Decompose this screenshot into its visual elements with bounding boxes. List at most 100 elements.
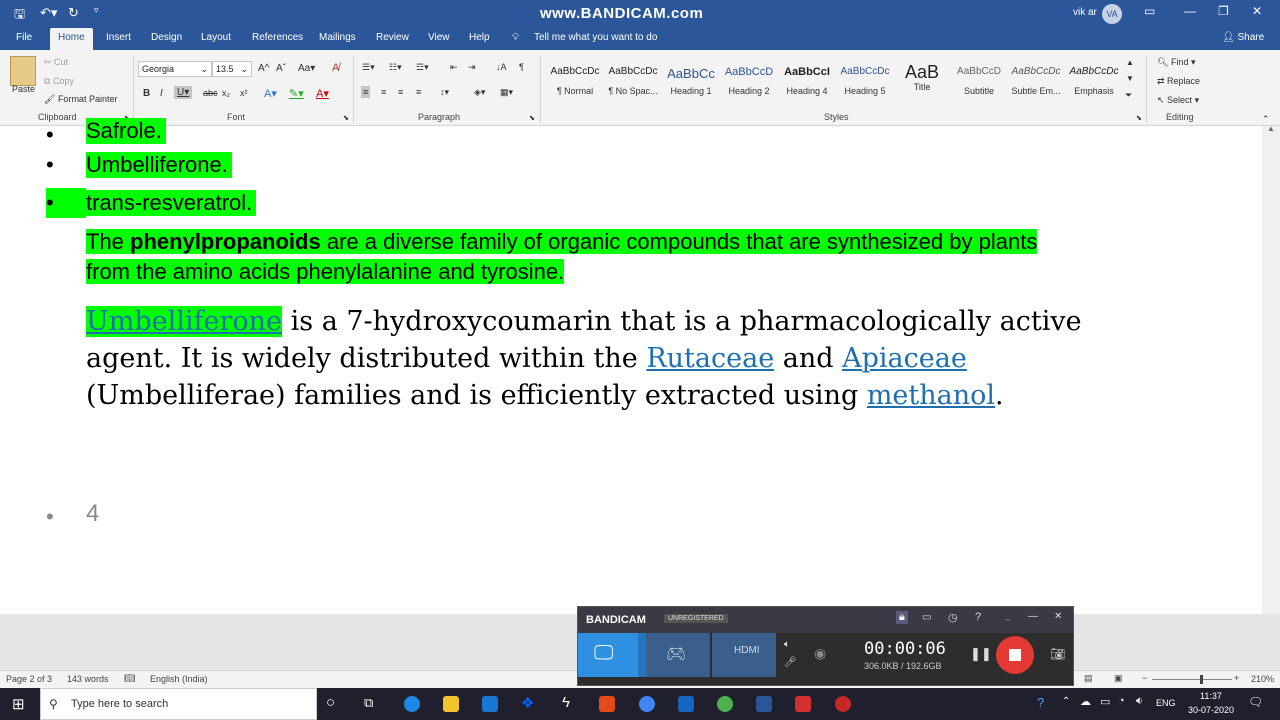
grow-font-icon[interactable]: A^ xyxy=(258,63,269,74)
methanol-link[interactable]: methanol xyxy=(867,380,995,411)
zoom-out-icon[interactable]: − xyxy=(1142,673,1147,683)
close-icon[interactable]: ✕ xyxy=(1252,4,1262,18)
acrobat-icon[interactable] xyxy=(795,696,811,712)
document-page[interactable]: • Safrole. • Umbelliferone. • trans-resv… xyxy=(0,118,1262,614)
font-name-select[interactable]: Georgia ⌄ xyxy=(138,61,212,77)
webcam-icon[interactable]: ◉ xyxy=(814,645,826,662)
apiaceae-link[interactable]: Apiaceae xyxy=(842,343,967,374)
office-icon[interactable] xyxy=(599,696,615,712)
taskbar-search[interactable]: ⚲ Type here to search xyxy=(40,688,317,720)
device-mode-button[interactable]: HDMI xyxy=(712,633,776,677)
print-layout-icon[interactable]: ▣ xyxy=(1114,673,1123,684)
word-count[interactable]: 143 words xyxy=(67,674,109,684)
help-icon[interactable]: ? xyxy=(975,611,981,623)
customize-qa-icon[interactable]: ▿ xyxy=(94,5,99,16)
tab-mailings[interactable]: Mailings xyxy=(319,32,356,43)
style-heading-4[interactable]: AaBbCcI Heading 4 xyxy=(778,66,836,96)
notifications-icon[interactable]: 🗨︎ xyxy=(1248,695,1263,709)
cut-button[interactable]: ✂ Cut xyxy=(44,57,68,68)
clear-formatting-icon[interactable]: A̸ xyxy=(332,62,339,74)
maximize-icon[interactable]: ❐ xyxy=(1218,4,1229,18)
paste-icon[interactable] xyxy=(10,56,36,86)
minimize-icon[interactable]: _ xyxy=(1005,610,1011,621)
line-spacing-icon[interactable]: ↕▾ xyxy=(440,87,449,98)
align-left-icon[interactable]: ≡ xyxy=(361,86,371,98)
language-indicator[interactable]: English (India) xyxy=(150,674,208,684)
bandicam-minimize-icon[interactable]: — xyxy=(1028,611,1038,622)
file-explorer-icon[interactable] xyxy=(443,696,459,712)
rutaceae-link[interactable]: Rutaceae xyxy=(646,343,774,374)
bandicam-taskbar-icon[interactable] xyxy=(835,696,851,712)
tab-file[interactable]: File xyxy=(16,32,32,43)
style-subtle-emphasis[interactable]: AaBbCcDc Subtle Em... xyxy=(1007,66,1065,96)
find-button[interactable]: 🔍︎ Find ▾ xyxy=(1157,57,1195,68)
copy-button[interactable]: ⧉ Copy xyxy=(44,76,74,87)
cortana-icon[interactable]: ○ xyxy=(326,694,335,711)
align-right-icon[interactable]: ≡ xyxy=(398,87,403,97)
umbelliferone-link[interactable]: Umbelliferone xyxy=(86,306,283,337)
proofing-icon[interactable]: 📖︎ xyxy=(124,673,135,684)
tab-view[interactable]: View xyxy=(428,32,450,43)
format-painter-button[interactable]: 🖌︎ Format Painter xyxy=(44,94,117,105)
italic-icon[interactable]: I xyxy=(160,88,163,99)
page-indicator[interactable]: Page 2 of 3 xyxy=(6,674,52,684)
volume-icon[interactable]: 🔉︎ xyxy=(1136,695,1143,708)
tab-design[interactable]: Design xyxy=(151,32,182,43)
dropbox-icon[interactable]: ❖ xyxy=(521,694,534,712)
bullets-icon[interactable]: ☰▾ xyxy=(362,62,375,73)
styles-more-icon[interactable]: ⏷ xyxy=(1125,90,1132,101)
scroll-up-icon[interactable]: ▲ xyxy=(1267,124,1275,133)
zoom-slider[interactable] xyxy=(1152,679,1232,680)
word-icon[interactable] xyxy=(756,696,772,712)
minimize-icon[interactable]: — xyxy=(1184,4,1196,18)
style-heading-1[interactable]: AaBbCc Heading 1 xyxy=(662,66,720,96)
save-icon[interactable]: 🖫 xyxy=(14,5,25,27)
ribbon-options-icon[interactable]: ▭ xyxy=(1144,4,1155,18)
network-icon[interactable]: ▭ xyxy=(1100,695,1110,708)
text-effects-icon[interactable]: A▾ xyxy=(264,87,277,100)
subscript-icon[interactable]: x₂ xyxy=(222,88,230,98)
shading-icon[interactable]: ◈▾ xyxy=(474,87,485,98)
style-normal[interactable]: AaBbCcDc ¶ Normal xyxy=(546,66,604,96)
timer-icon[interactable]: ◷ xyxy=(948,611,958,624)
microphone-icon[interactable]: 🎤︎ xyxy=(784,657,797,668)
style-subtitle[interactable]: AaBbCcD Subtitle xyxy=(950,66,1008,96)
camera-icon[interactable]: 📷︎ xyxy=(1050,647,1065,661)
zoom-slider-thumb[interactable] xyxy=(1200,675,1203,684)
tab-layout[interactable]: Layout xyxy=(201,32,231,43)
multilevel-list-icon[interactable]: ☲▾ xyxy=(416,62,429,73)
shrink-font-icon[interactable]: Aˇ xyxy=(276,63,286,74)
borders-icon[interactable]: ▦▾ xyxy=(500,87,513,98)
lock-icon[interactable]: 🔒︎ xyxy=(896,611,908,624)
bandicam-close-icon[interactable]: ✕ xyxy=(1054,611,1062,622)
vertical-scrollbar[interactable]: ▲ xyxy=(1262,124,1280,614)
mail-icon[interactable] xyxy=(482,696,498,712)
superscript-icon[interactable]: x² xyxy=(240,88,248,98)
font-launcher-icon[interactable]: ⬊ xyxy=(343,114,349,122)
change-case-icon[interactable]: Aa▾ xyxy=(298,63,315,74)
edge-icon[interactable] xyxy=(404,696,420,712)
windows-start-icon[interactable]: ⊞ xyxy=(12,695,25,713)
underline-icon[interactable]: U▾ xyxy=(174,86,193,99)
game-mode-button[interactable]: 🎮︎ xyxy=(646,633,710,677)
font-size-select[interactable]: 13.5 ⌄ xyxy=(212,61,252,77)
tab-review[interactable]: Review xyxy=(376,32,409,43)
show-hidden-icon[interactable]: ⌃ xyxy=(1062,696,1070,707)
lightbulb-icon[interactable]: 💡︎ xyxy=(512,32,519,43)
undo-icon[interactable]: ↶▾ xyxy=(40,5,57,21)
task-view-icon[interactable]: ⧉ xyxy=(364,695,373,711)
bold-icon[interactable]: B xyxy=(143,88,150,99)
styles-scroll-down-icon[interactable]: ▼ xyxy=(1126,74,1134,83)
justify-icon[interactable]: ≡ xyxy=(416,87,421,97)
clock-time[interactable]: 11:37 xyxy=(1200,691,1222,701)
style-heading-2[interactable]: AaBbCcD Heading 2 xyxy=(720,66,778,96)
font-color-icon[interactable]: A▾ xyxy=(316,87,329,100)
speaker-icon[interactable]: 🔈︎ xyxy=(784,639,790,650)
read-mode-icon[interactable]: ▤ xyxy=(1084,673,1093,684)
style-emphasis[interactable]: AaBbCcDc Emphasis xyxy=(1065,66,1123,96)
sort-icon[interactable]: ↓A xyxy=(496,62,507,72)
tab-home[interactable]: Home xyxy=(50,28,93,50)
app-icon[interactable]: ϟ xyxy=(562,694,570,711)
replace-button[interactable]: ⇄ Replace xyxy=(1157,76,1200,87)
wifi-icon[interactable]: ◔ xyxy=(1118,695,1125,707)
